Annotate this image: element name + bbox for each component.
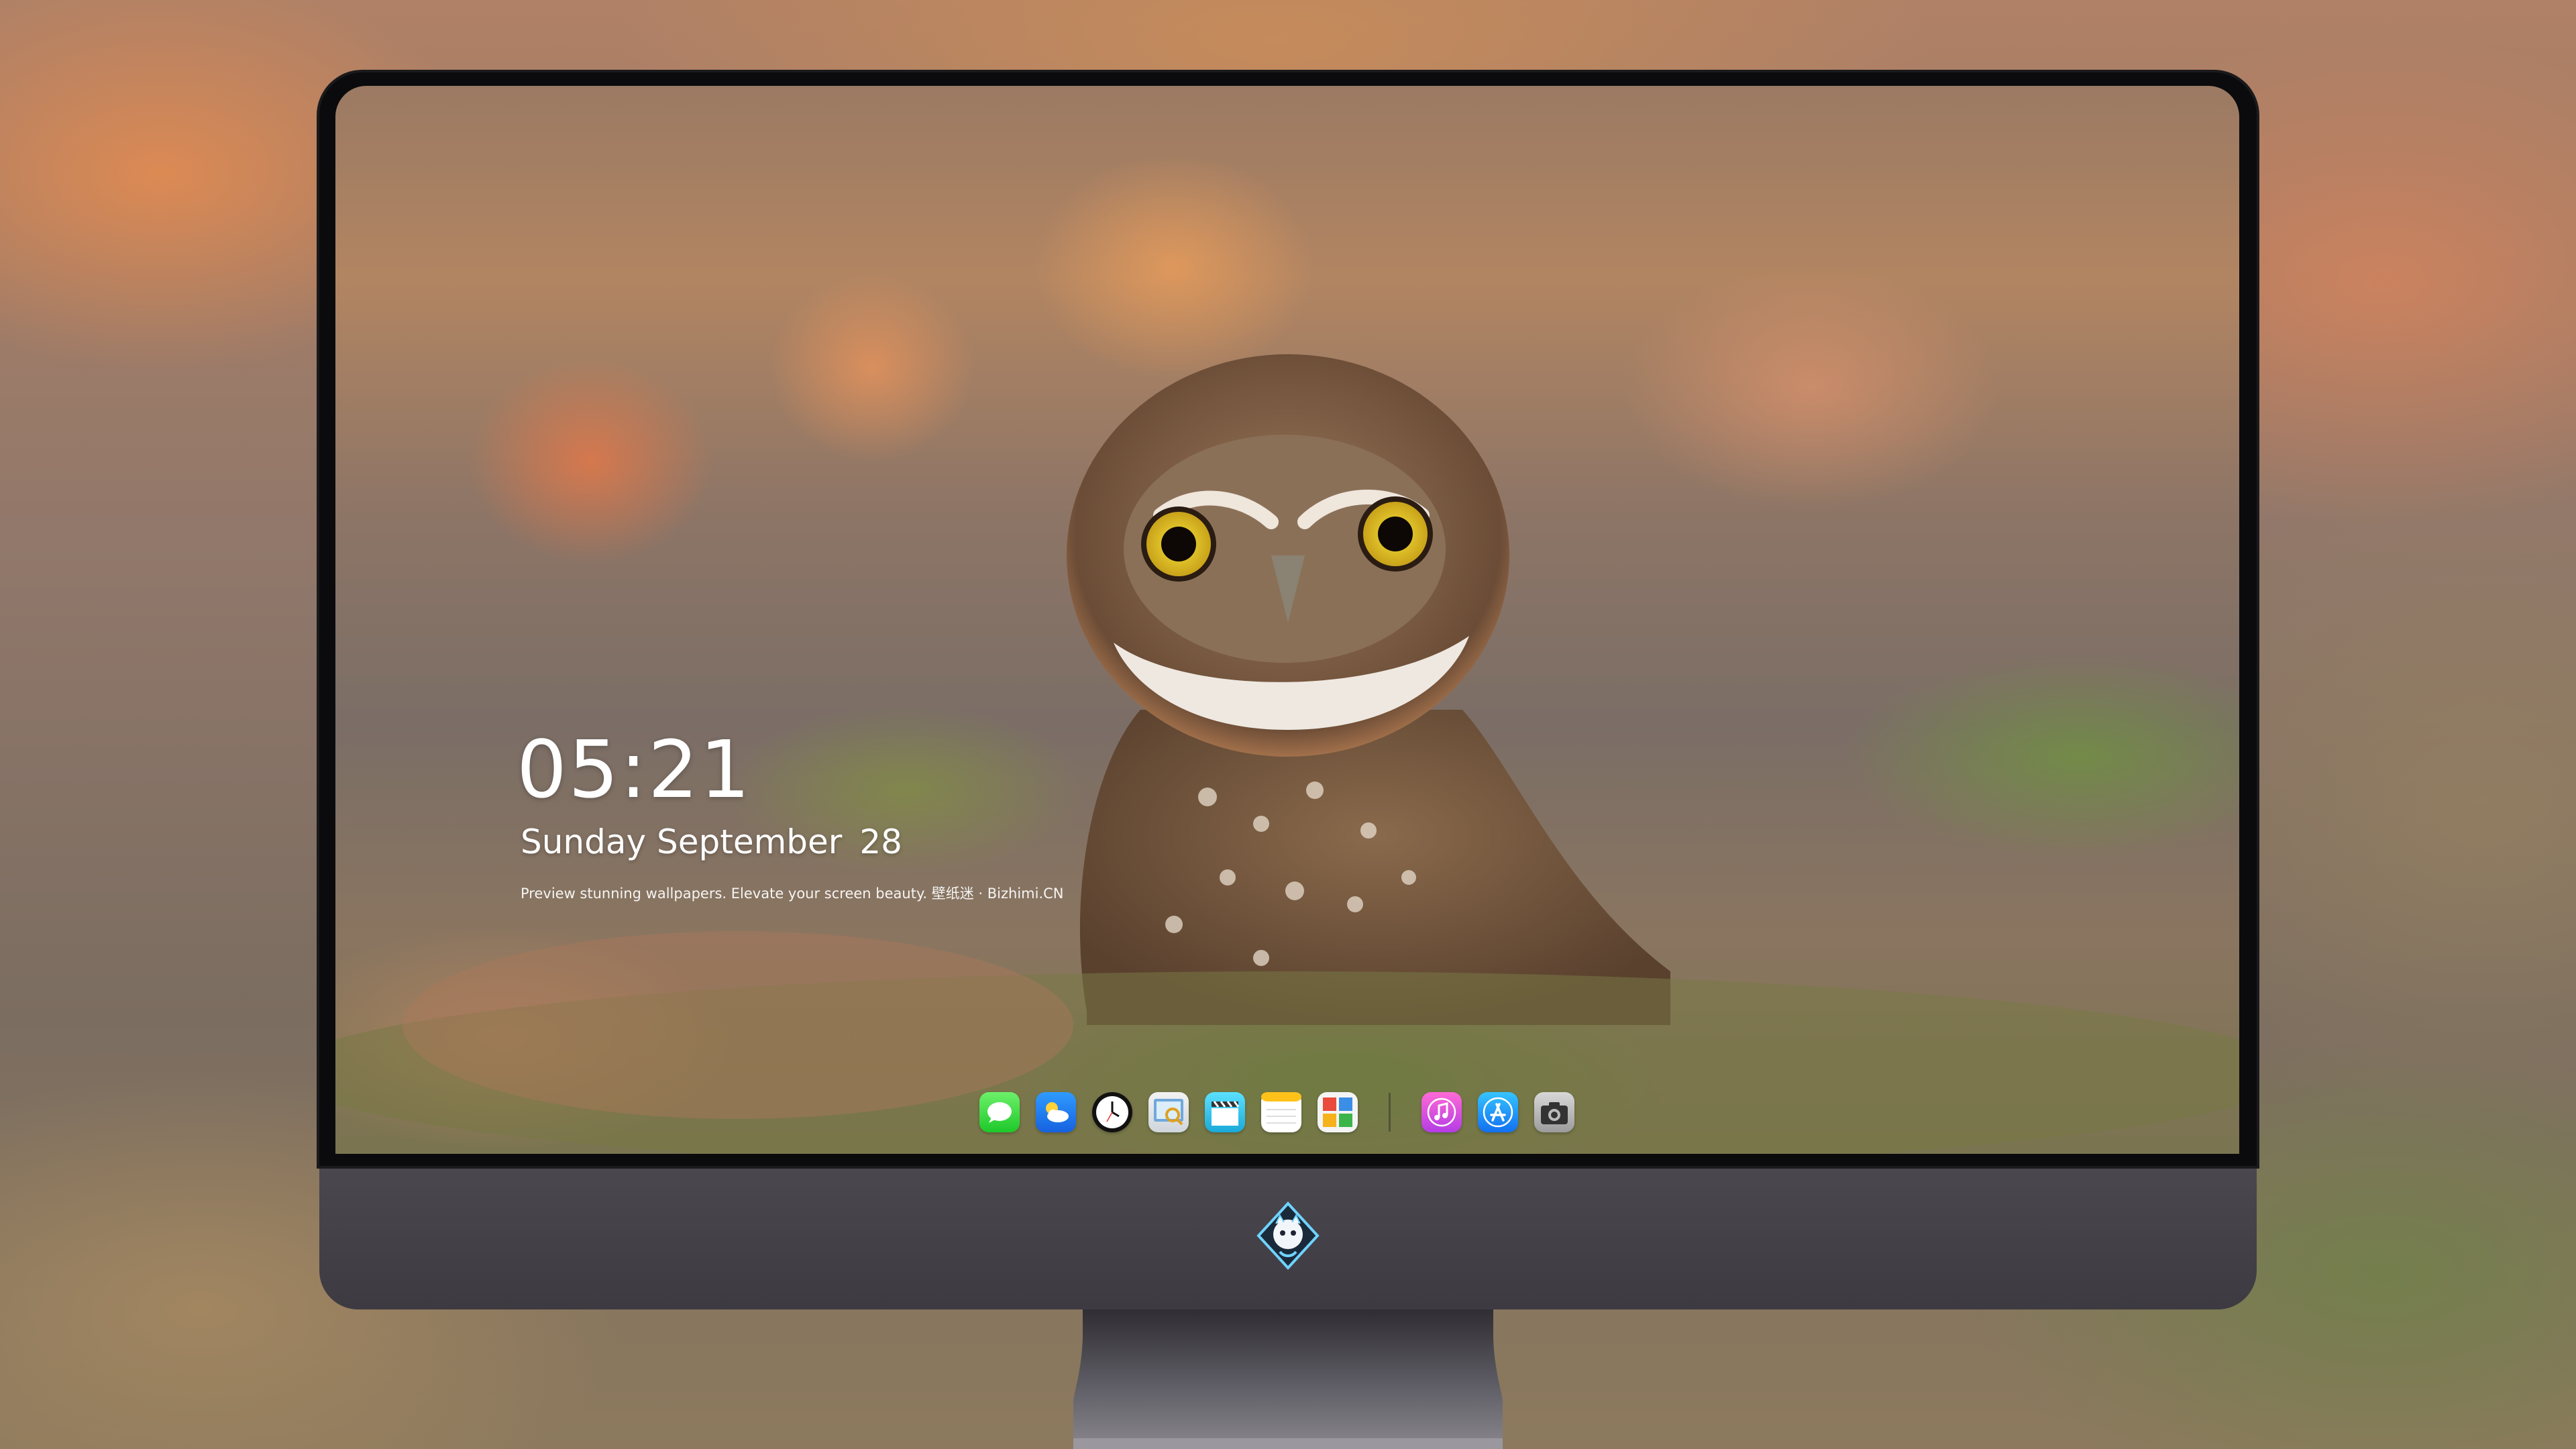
- photo-grid-icon[interactable]: [1318, 1092, 1358, 1132]
- mascot-logo-icon: [1256, 1201, 1320, 1270]
- clapperboard-icon[interactable]: [1205, 1092, 1245, 1132]
- dock: [965, 1080, 1606, 1144]
- clock-icon[interactable]: [1092, 1092, 1132, 1132]
- lockscreen-date-number: 28: [859, 822, 902, 861]
- owl-wallpaper: [335, 354, 2239, 1154]
- scene: 05:21 Sunday September 28 Preview stunnin…: [0, 0, 2576, 1449]
- preview-icon[interactable]: [1148, 1092, 1189, 1132]
- camera-icon[interactable]: [1534, 1092, 1574, 1132]
- weather-icon[interactable]: [1036, 1092, 1076, 1132]
- monitor-stand: [1073, 1307, 1503, 1449]
- music-icon[interactable]: [1421, 1092, 1462, 1132]
- messages-icon[interactable]: [979, 1092, 1020, 1132]
- lockscreen-caption: Preview stunning wallpapers. Elevate you…: [521, 885, 1064, 902]
- desktop-screen: 05:21 Sunday September 28 Preview stunnin…: [335, 86, 2239, 1154]
- app-store-icon[interactable]: [1478, 1092, 1518, 1132]
- dock-separator: [1389, 1093, 1391, 1132]
- lockscreen-day: Sunday: [521, 822, 647, 861]
- lockscreen-month: September: [657, 822, 843, 861]
- lockscreen-time: 05:21: [517, 723, 752, 816]
- notes-icon[interactable]: [1261, 1092, 1301, 1132]
- lockscreen-date: Sunday September 28: [521, 825, 902, 859]
